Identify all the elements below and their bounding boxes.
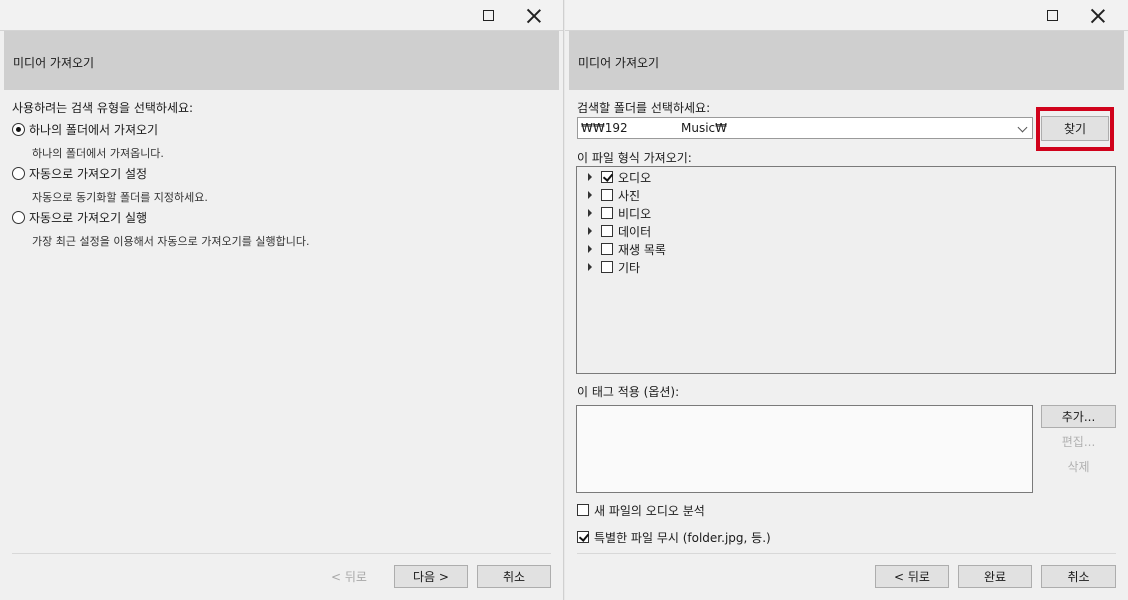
- checkbox-ignore-special[interactable]: [577, 531, 589, 543]
- option-description: 하나의 폴더에서 가져옵니다.: [32, 147, 164, 160]
- title-bar: [0, 0, 563, 31]
- checkbox-analyze-audio[interactable]: [577, 504, 589, 516]
- browse-highlight-box: [1036, 107, 1114, 151]
- option-label: 자동으로 가져오기 설정: [29, 167, 148, 181]
- option-description: 자동으로 동기화할 폴더를 지정하세요.: [32, 191, 208, 204]
- checkbox-other[interactable]: [601, 261, 613, 273]
- tree-item-label: 기타: [618, 261, 641, 275]
- close-icon: [526, 8, 542, 24]
- next-button[interactable]: 다음 >: [394, 565, 468, 588]
- ignore-special-label: 특별한 파일 무시 (folder.jpg, 등.): [594, 531, 771, 545]
- checkbox-playlist[interactable]: [601, 243, 613, 255]
- chevron-down-icon: [1017, 122, 1028, 133]
- title-bar: [565, 0, 1128, 31]
- maximize-button[interactable]: [465, 0, 511, 31]
- edit-tag-button[interactable]: 편집...: [1041, 430, 1116, 453]
- cancel-button[interactable]: 취소: [477, 565, 551, 588]
- close-icon: [1090, 8, 1106, 24]
- cancel-button[interactable]: 취소: [1041, 565, 1116, 588]
- close-button[interactable]: [511, 0, 557, 31]
- folder-path-combobox[interactable]: ₩₩192 Music₩: [577, 117, 1033, 139]
- header-band: 미디어 가져오기: [569, 31, 1124, 90]
- checkbox-audio[interactable]: [601, 171, 613, 183]
- import-media-window-step1: 미디어 가져오기 사용하려는 검색 유형을 선택하세요: 하나의 폴더에서 가져…: [0, 0, 564, 600]
- header-band: 미디어 가져오기: [4, 31, 559, 90]
- footer-divider: [577, 553, 1116, 554]
- expand-caret-icon[interactable]: [588, 191, 592, 199]
- maximize-icon: [1046, 10, 1058, 21]
- radio-auto-setup[interactable]: [12, 167, 25, 180]
- file-types-tree: 오디오 사진 비디오 데이터 재생 목록 기타: [576, 166, 1116, 374]
- back-button[interactable]: < 뒤로: [312, 565, 386, 588]
- folder-prompt: 검색할 폴더를 선택하세요:: [577, 101, 711, 115]
- maximize-icon: [482, 10, 494, 21]
- finish-button[interactable]: 완료: [958, 565, 1032, 588]
- tree-item-label: 사진: [618, 189, 641, 203]
- expand-caret-icon[interactable]: [588, 245, 592, 253]
- file-types-label: 이 파일 형식 가져오기:: [577, 151, 692, 165]
- expand-caret-icon[interactable]: [588, 263, 592, 271]
- checkbox-data[interactable]: [601, 225, 613, 237]
- folder-path-start: ₩₩192: [581, 121, 628, 135]
- expand-caret-icon[interactable]: [588, 173, 592, 181]
- tree-item-label: 오디오: [618, 171, 652, 185]
- expand-caret-icon[interactable]: [588, 227, 592, 235]
- analyze-audio-label: 새 파일의 오디오 분석: [594, 504, 705, 518]
- maximize-button[interactable]: [1029, 0, 1075, 31]
- tags-label: 이 태그 적용 (옵션):: [577, 385, 680, 399]
- back-button[interactable]: < 뒤로: [875, 565, 949, 588]
- tree-item-label: 재생 목록: [618, 243, 666, 257]
- delete-tag-button[interactable]: 삭제: [1041, 455, 1116, 478]
- tree-item-label: 비디오: [618, 207, 652, 221]
- option-label: 자동으로 가져오기 실행: [29, 211, 148, 225]
- radio-single-folder[interactable]: [12, 123, 25, 136]
- folder-path-end: Music₩: [681, 121, 728, 135]
- checkbox-video[interactable]: [601, 207, 613, 219]
- tags-list[interactable]: [576, 405, 1033, 493]
- expand-caret-icon[interactable]: [588, 209, 592, 217]
- checkbox-photo[interactable]: [601, 189, 613, 201]
- dialog-title: 미디어 가져오기: [13, 56, 95, 70]
- radio-auto-run[interactable]: [12, 211, 25, 224]
- close-button[interactable]: [1075, 0, 1121, 31]
- footer-divider: [12, 553, 551, 554]
- option-label: 하나의 폴더에서 가져오기: [29, 123, 159, 137]
- dialog-title: 미디어 가져오기: [578, 56, 660, 70]
- option-description: 가장 최근 설정을 이용해서 자동으로 가져오기를 실행합니다.: [32, 235, 310, 248]
- add-tag-button[interactable]: 추가...: [1041, 405, 1116, 428]
- import-media-window-step2: 미디어 가져오기 검색할 폴더를 선택하세요: ₩₩192 Music₩ 찾기 …: [565, 0, 1128, 600]
- search-type-prompt: 사용하려는 검색 유형을 선택하세요:: [12, 101, 194, 115]
- tree-item-label: 데이터: [618, 225, 652, 239]
